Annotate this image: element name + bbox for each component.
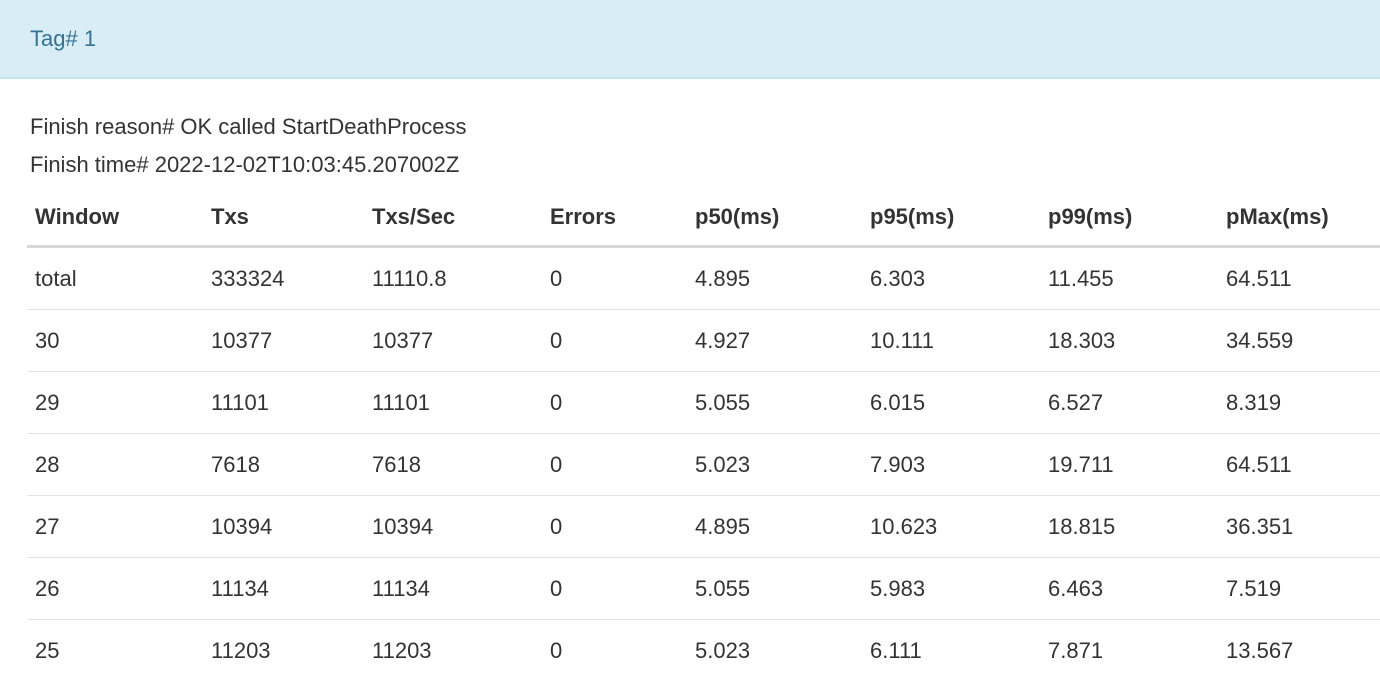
table-cell: 11203 — [203, 620, 364, 681]
table-cell: 27 — [27, 496, 203, 558]
tag-panel-heading: Tag# 1 — [0, 0, 1380, 79]
table-row: total33332411110.804.8956.30311.45564.51… — [27, 247, 1380, 310]
table-cell: 0 — [542, 310, 687, 372]
table-cell: 5.023 — [687, 620, 862, 681]
table-cell: 0 — [542, 558, 687, 620]
table-cell: 0 — [542, 372, 687, 434]
table-cell: 11134 — [364, 558, 542, 620]
table-cell: 10.111 — [862, 310, 1040, 372]
table-cell: 28 — [27, 434, 203, 496]
table-cell: 13.567 — [1218, 620, 1380, 681]
table-cell: 25 — [27, 620, 203, 681]
table-body: total33332411110.804.8956.30311.45564.51… — [27, 247, 1380, 681]
table-cell: 11110.8 — [364, 247, 542, 310]
col-header-txs-sec: Txs/Sec — [364, 189, 542, 247]
table-cell: 19.711 — [1040, 434, 1218, 496]
col-header-p99: p99(ms) — [1040, 189, 1218, 247]
finish-reason-text: Finish reason# OK called StartDeathProce… — [30, 108, 1380, 146]
table-cell: 0 — [542, 434, 687, 496]
table-cell: 11134 — [203, 558, 364, 620]
table-cell: 34.559 — [1218, 310, 1380, 372]
table-cell: 4.895 — [687, 496, 862, 558]
table-cell: 30 — [27, 310, 203, 372]
table-cell: 18.303 — [1040, 310, 1218, 372]
table-cell: 7.519 — [1218, 558, 1380, 620]
table-cell: 18.815 — [1040, 496, 1218, 558]
table-cell: 5.055 — [687, 372, 862, 434]
table-cell: 11101 — [203, 372, 364, 434]
table-cell: 10377 — [364, 310, 542, 372]
table-cell: 29 — [27, 372, 203, 434]
table-cell: 0 — [542, 620, 687, 681]
table-cell: 64.511 — [1218, 434, 1380, 496]
table-cell: 10394 — [364, 496, 542, 558]
table-cell: 5.023 — [687, 434, 862, 496]
table-cell: total — [27, 247, 203, 310]
table-cell: 6.303 — [862, 247, 1040, 310]
table-cell: 36.351 — [1218, 496, 1380, 558]
table-cell: 5.983 — [862, 558, 1040, 620]
table-cell: 8.319 — [1218, 372, 1380, 434]
table-cell: 4.927 — [687, 310, 862, 372]
finish-time-text: Finish time# 2022-12-02T10:03:45.207002Z — [30, 146, 1380, 184]
col-header-p95: p95(ms) — [862, 189, 1040, 247]
table-cell: 10394 — [203, 496, 364, 558]
stats-table: Window Txs Txs/Sec Errors p50(ms) p95(ms… — [27, 189, 1380, 681]
table-cell: 7.903 — [862, 434, 1040, 496]
table-row: 287618761805.0237.90319.71164.511 — [27, 434, 1380, 496]
col-header-pmax: pMax(ms) — [1218, 189, 1380, 247]
col-header-txs: Txs — [203, 189, 364, 247]
table-cell: 64.511 — [1218, 247, 1380, 310]
table-cell: 6.015 — [862, 372, 1040, 434]
table-cell: 6.111 — [862, 620, 1040, 681]
table-row: 27103941039404.89510.62318.81536.351 — [27, 496, 1380, 558]
table-cell: 4.895 — [687, 247, 862, 310]
table-cell: 26 — [27, 558, 203, 620]
table-cell: 5.055 — [687, 558, 862, 620]
table-row: 26111341113405.0555.9836.4637.519 — [27, 558, 1380, 620]
table-cell: 0 — [542, 496, 687, 558]
table-cell: 6.527 — [1040, 372, 1218, 434]
table-cell: 10377 — [203, 310, 364, 372]
table-row: 30103771037704.92710.11118.30334.559 — [27, 310, 1380, 372]
table-cell: 7618 — [203, 434, 364, 496]
col-header-window: Window — [27, 189, 203, 247]
table-cell: 11.455 — [1040, 247, 1218, 310]
table-cell: 7.871 — [1040, 620, 1218, 681]
col-header-p50: p50(ms) — [687, 189, 862, 247]
table-cell: 10.623 — [862, 496, 1040, 558]
col-header-errors: Errors — [542, 189, 687, 247]
table-cell: 333324 — [203, 247, 364, 310]
table-row: 25112031120305.0236.1117.87113.567 — [27, 620, 1380, 681]
run-summary: Finish reason# OK called StartDeathProce… — [30, 108, 1380, 184]
table-row: 29111011110105.0556.0156.5278.319 — [27, 372, 1380, 434]
table-cell: 6.463 — [1040, 558, 1218, 620]
table-cell: 0 — [542, 247, 687, 310]
table-cell: 7618 — [364, 434, 542, 496]
panel-title: Tag# 1 — [30, 26, 96, 51]
table-cell: 11203 — [364, 620, 542, 681]
table-header-row: Window Txs Txs/Sec Errors p50(ms) p95(ms… — [27, 189, 1380, 247]
table-cell: 11101 — [364, 372, 542, 434]
